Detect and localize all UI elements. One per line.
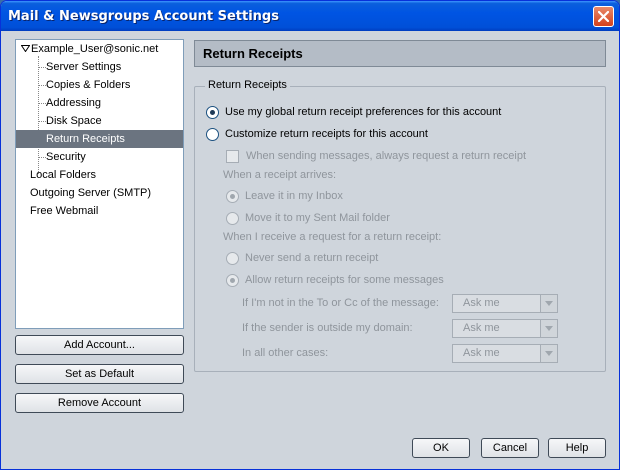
add-account-button[interactable]: Add Account... [15, 335, 184, 355]
always-request-checkbox[interactable] [226, 150, 239, 163]
ok-button[interactable]: OK [412, 438, 470, 458]
radio-selected-dot [210, 110, 215, 115]
tree-item-account-label: Example_User@sonic.net [31, 43, 159, 55]
outside-domain-select[interactable]: Ask me [452, 319, 558, 338]
chevron-down-icon [545, 351, 553, 356]
tree-item-addressing[interactable]: Addressing [46, 94, 101, 112]
tree-item-security[interactable]: Security [46, 148, 86, 166]
tree-item-free-webmail[interactable]: Free Webmail [30, 202, 98, 220]
panel-header: Return Receipts [194, 40, 606, 67]
use-global-radio[interactable] [206, 106, 219, 119]
radio-selected-dot [230, 194, 235, 199]
never-send-radio[interactable] [226, 252, 239, 265]
account-tree[interactable]: Example_User@sonic.net Server Settings C… [15, 39, 184, 329]
not-in-to-cc-value: Ask me [463, 297, 500, 309]
account-settings-dialog: Mail & Newsgroups Account Settings Examp… [0, 0, 620, 470]
radio-selected-dot [230, 278, 235, 283]
not-in-to-cc-label: If I'm not in the To or Cc of the messag… [242, 297, 439, 309]
allow-some-radio[interactable] [226, 274, 239, 287]
set-as-default-button[interactable]: Set as Default [15, 364, 184, 384]
tree-guide-branch [38, 103, 46, 104]
close-icon [598, 11, 609, 22]
leave-inbox-radio[interactable] [226, 190, 239, 203]
leave-inbox-label[interactable]: Leave it in my Inbox [245, 188, 343, 204]
tree-guide-branch [38, 67, 46, 68]
tree-item-return-receipts[interactable]: Return Receipts [16, 130, 183, 148]
allow-some-label[interactable]: Allow return receipts for some messages [245, 272, 444, 288]
tree-item-outgoing-server[interactable]: Outgoing Server (SMTP) [30, 184, 151, 202]
chevron-down-icon [545, 301, 553, 306]
tree-item-local-folders[interactable]: Local Folders [30, 166, 96, 184]
never-send-label[interactable]: Never send a return receipt [245, 250, 378, 266]
when-request-label: When I receive a request for a return re… [223, 231, 442, 243]
dropdown-arrow[interactable] [540, 345, 557, 362]
customize-radio[interactable] [206, 128, 219, 141]
expanded-triangle-icon[interactable] [21, 45, 30, 52]
tree-item-account[interactable]: Example_User@sonic.net [18, 40, 183, 58]
tree-guide-branch [38, 121, 46, 122]
always-request-label[interactable]: When sending messages, always request a … [246, 148, 526, 164]
customize-label[interactable]: Customize return receipts for this accou… [225, 126, 428, 142]
when-arrives-label: When a receipt arrives: [223, 169, 337, 181]
move-sent-radio[interactable] [226, 212, 239, 225]
remove-account-button[interactable]: Remove Account [15, 393, 184, 413]
title-bar[interactable]: Mail & Newsgroups Account Settings [1, 1, 619, 31]
help-button[interactable]: Help [548, 438, 606, 458]
dropdown-arrow[interactable] [540, 320, 557, 337]
all-other-value: Ask me [463, 347, 500, 359]
group-label: Return Receipts [205, 79, 290, 91]
not-in-to-cc-select[interactable]: Ask me [452, 294, 558, 313]
outside-domain-value: Ask me [463, 322, 500, 334]
all-other-label: In all other cases: [242, 347, 329, 359]
move-sent-label[interactable]: Move it to my Sent Mail folder [245, 210, 390, 226]
tree-item-server-settings[interactable]: Server Settings [46, 58, 121, 76]
use-global-label[interactable]: Use my global return receipt preferences… [225, 104, 501, 120]
tree-guide-branch [38, 157, 46, 158]
chevron-down-icon [545, 326, 553, 331]
outside-domain-label: If the sender is outside my domain: [242, 322, 413, 334]
window-title: Mail & Newsgroups Account Settings [8, 9, 279, 24]
tree-guide-branch [38, 85, 46, 86]
cancel-button[interactable]: Cancel [481, 438, 539, 458]
tree-item-disk-space[interactable]: Disk Space [46, 112, 102, 130]
tree-item-copies-folders[interactable]: Copies & Folders [46, 76, 130, 94]
all-other-select[interactable]: Ask me [452, 344, 558, 363]
dropdown-arrow[interactable] [540, 295, 557, 312]
close-button[interactable] [593, 6, 614, 27]
